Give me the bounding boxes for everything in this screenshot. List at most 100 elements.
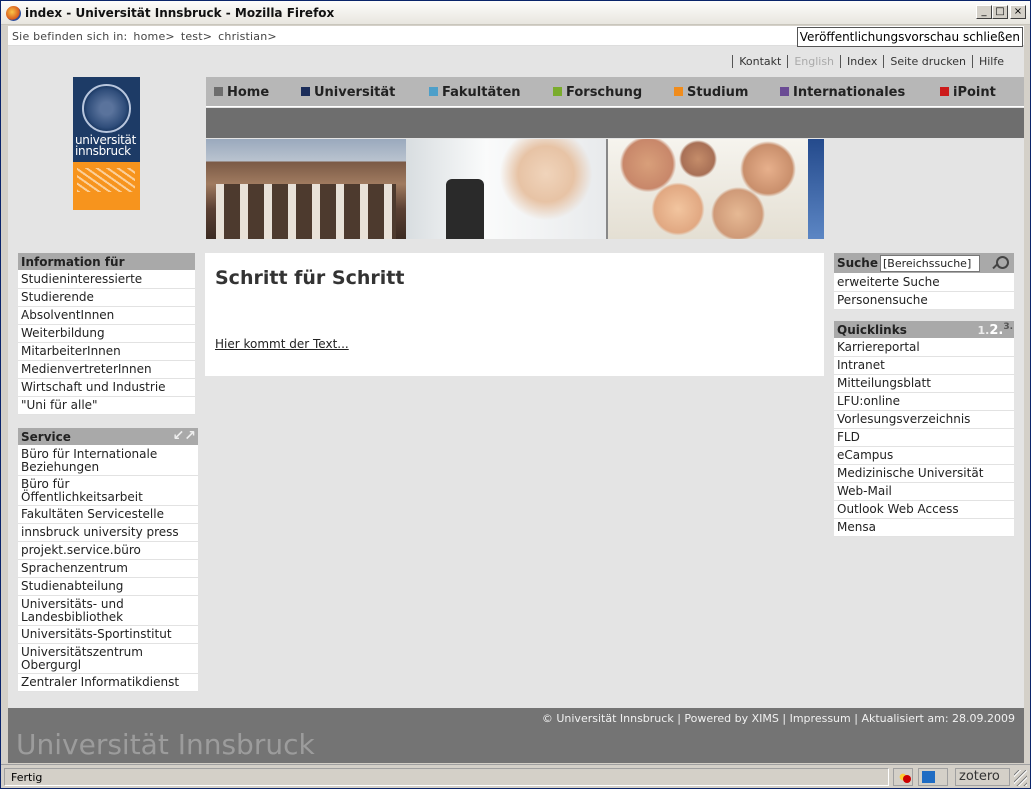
logo-line2: innsbruck [75, 144, 131, 158]
service-box-title: Service [21, 430, 71, 444]
info-item[interactable]: Studieninteressierte [18, 271, 195, 289]
firefox-icon [6, 6, 21, 21]
header-banner [206, 139, 824, 239]
nav-home[interactable]: Home [214, 85, 269, 100]
nav-internationales-label: Internationales [793, 85, 906, 100]
banner-lab-image [406, 139, 606, 239]
quicklink-item[interactable]: Web-Mail [834, 483, 1014, 501]
service-item[interactable]: Studienabteilung [18, 578, 198, 596]
breadcrumb-home[interactable]: home> [133, 30, 174, 43]
search-input[interactable] [880, 255, 980, 272]
resize-grip-icon[interactable] [1014, 770, 1027, 786]
quicklink-item[interactable]: Medizinische Universität [834, 465, 1014, 483]
link-index[interactable]: Index [840, 55, 884, 68]
page-footer: © Universität Innsbruck | Powered by XIM… [8, 708, 1024, 763]
nav-forschung-label: Forschung [566, 85, 643, 100]
maximize-button[interactable]: □ [992, 5, 1008, 19]
quicklink-item[interactable]: Intranet [834, 357, 1014, 375]
banner-building-image [206, 139, 406, 239]
quicklink-item[interactable]: Mensa [834, 519, 1014, 537]
seal-icon [82, 84, 131, 133]
quicklink-item[interactable]: Mitteilungsblatt [834, 375, 1014, 393]
service-item[interactable]: Universitäts- und Landesbibliothek [18, 596, 198, 626]
nav-universitaet[interactable]: Universität [301, 85, 395, 100]
breadcrumb-test[interactable]: test> [181, 30, 212, 43]
square-icon [674, 87, 683, 96]
service-item[interactable]: Fakultäten Servicestelle [18, 506, 198, 524]
footer-brand: Universität Innsbruck [16, 728, 315, 761]
banner-sky-image [808, 139, 824, 239]
nav-internationales[interactable]: Internationales [780, 85, 905, 100]
service-box: Service ↙↗ Büro für Internationale Bezieh… [18, 428, 198, 692]
link-english: English [787, 55, 841, 68]
window-title: index - Universität Innsbruck - Mozilla … [25, 6, 335, 20]
minimize-button[interactable]: _ [976, 5, 992, 19]
logo-orange-block [73, 162, 140, 210]
search-title: Suche [837, 256, 878, 270]
link-print[interactable]: Seite drucken [883, 55, 972, 68]
info-item[interactable]: "Uni für alle" [18, 397, 195, 415]
font-size-2[interactable]: 2. [989, 323, 1003, 338]
search-icon[interactable] [990, 255, 1009, 272]
square-icon [553, 87, 562, 96]
service-item[interactable]: Büro für Internationale Beziehungen [18, 446, 198, 476]
nav-forschung[interactable]: Forschung [553, 85, 642, 100]
expand-arrows-icon[interactable]: ↙↗ [170, 429, 196, 444]
zotero-button[interactable]: zotero [955, 768, 1010, 786]
service-item[interactable]: Universitäts-Sportinstitut [18, 626, 198, 644]
quicklink-item[interactable]: Karriereportal [834, 339, 1014, 357]
nav-studium[interactable]: Studium [674, 85, 748, 100]
link-kontakt[interactable]: Kontakt [732, 55, 788, 68]
nav-ipoint[interactable]: iPoint [940, 85, 996, 100]
quicklink-item[interactable]: Vorlesungsverzeichnis [834, 411, 1014, 429]
info-item[interactable]: Studierende [18, 289, 195, 307]
nav-fakultaeten[interactable]: Fakultäten [429, 85, 521, 100]
square-icon [429, 87, 438, 96]
info-box: Information für Studieninteressierte Stu… [18, 253, 195, 415]
breadcrumb: Sie befinden sich in: home> test> christian… [8, 26, 1024, 47]
quicklink-item[interactable]: Outlook Web Access [834, 501, 1014, 519]
quicklink-item[interactable]: eCampus [834, 447, 1014, 465]
square-icon [940, 87, 949, 96]
service-item[interactable]: projekt.service.büro [18, 542, 198, 560]
service-item[interactable]: Sprachenzentrum [18, 560, 198, 578]
title-bar: index - Universität Innsbruck - Mozilla … [1, 1, 1030, 25]
quicklinks-box: Quicklinks 1.2.3. Karriereportal Intrane… [834, 321, 1014, 537]
info-item[interactable]: AbsolventInnen [18, 307, 195, 325]
advanced-search-link[interactable]: erweiterte Suche [834, 274, 1014, 292]
nav-fakultaeten-label: Fakultäten [442, 85, 521, 100]
font-size-switcher: 1.2.3. [977, 322, 1013, 338]
service-item[interactable]: Universitätszentrum Obergurgl [18, 644, 198, 674]
service-item[interactable]: Zentraler Informatikdienst [18, 674, 198, 692]
addon-warning-icon[interactable] [893, 768, 913, 786]
info-item[interactable]: Wirtschaft und Industrie [18, 379, 195, 397]
content-link[interactable]: Hier kommt der Text... [215, 337, 349, 351]
person-search-link[interactable]: Personensuche [834, 292, 1014, 310]
nav-home-label: Home [227, 85, 270, 100]
info-box-title: Information für [18, 253, 195, 271]
footer-meta: © Universität Innsbruck | Powered by XIM… [541, 712, 1015, 725]
service-item[interactable]: innsbruck university press [18, 524, 198, 542]
close-button[interactable]: × [1010, 5, 1026, 19]
info-item[interactable]: MedienvertreterInnen [18, 361, 195, 379]
info-item[interactable]: Weiterbildung [18, 325, 195, 343]
nav-studium-label: Studium [687, 85, 749, 100]
nav-ipoint-label: iPoint [953, 85, 996, 100]
service-item[interactable]: Büro für Öffentlichkeitsarbeit [18, 476, 198, 506]
addon-x-icon[interactable] [918, 768, 948, 786]
square-icon [780, 87, 789, 96]
top-links: Kontakt English Index Seite drucken Hilfe [732, 55, 1010, 68]
info-item[interactable]: MitarbeiterInnen [18, 343, 195, 361]
close-preview-button[interactable]: Veröffentlichungsvorschau schließen [796, 27, 1023, 47]
web-page: Sie befinden sich in: home> test> christian… [8, 26, 1024, 763]
font-size-1[interactable]: 1. [977, 324, 989, 337]
breadcrumb-prefix: Sie befinden sich in: [12, 30, 128, 43]
font-size-3[interactable]: 3. [1003, 322, 1013, 332]
university-logo[interactable]: universität innsbruck [73, 77, 140, 210]
quicklink-item[interactable]: FLD [834, 429, 1014, 447]
main-navigation: Home Universität Fakultäten Forschung St… [206, 77, 1024, 107]
sub-navigation [206, 108, 1024, 138]
breadcrumb-christian[interactable]: christian> [218, 30, 277, 43]
link-help[interactable]: Hilfe [971, 55, 1010, 68]
quicklink-item[interactable]: LFU:online [834, 393, 1014, 411]
